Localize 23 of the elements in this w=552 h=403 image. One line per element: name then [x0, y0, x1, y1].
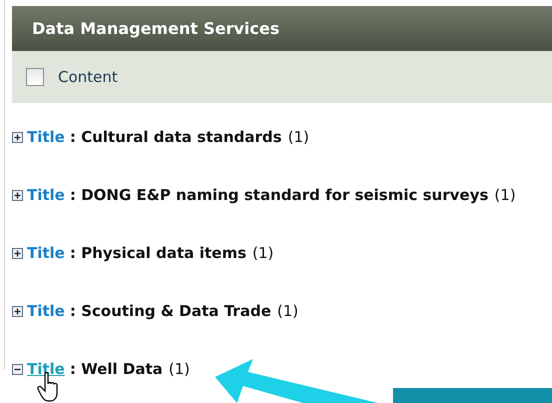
title-link[interactable]: Title: [27, 300, 65, 322]
group-label: : Well Data: [70, 358, 163, 380]
expand-icon[interactable]: [12, 190, 23, 200]
group-count: (1): [494, 184, 516, 206]
group-count: (1): [168, 358, 190, 380]
title-link[interactable]: Title: [27, 126, 65, 148]
title-link[interactable]: Title: [27, 358, 65, 380]
title-link[interactable]: Title: [27, 184, 65, 206]
expand-icon[interactable]: [12, 132, 23, 142]
group-count: (1): [252, 242, 274, 264]
collapse-icon[interactable]: [12, 364, 23, 374]
title-link[interactable]: Title: [27, 242, 65, 264]
group-count: (1): [277, 300, 298, 322]
group-count: (1): [288, 126, 310, 148]
panel-title: Data Management Services: [32, 18, 280, 40]
checkbox[interactable]: [26, 68, 44, 86]
group-label: : Physical data items: [70, 242, 246, 264]
expand-icon[interactable]: [12, 306, 23, 316]
group-label: : Cultural data standards: [70, 126, 282, 148]
expand-icon[interactable]: [12, 248, 23, 258]
group-label: : Scouting & Data Trade: [70, 300, 272, 322]
column-label: Content: [58, 66, 118, 88]
group-label: : DONG E&P naming standard for seismic surveys: [70, 184, 488, 206]
